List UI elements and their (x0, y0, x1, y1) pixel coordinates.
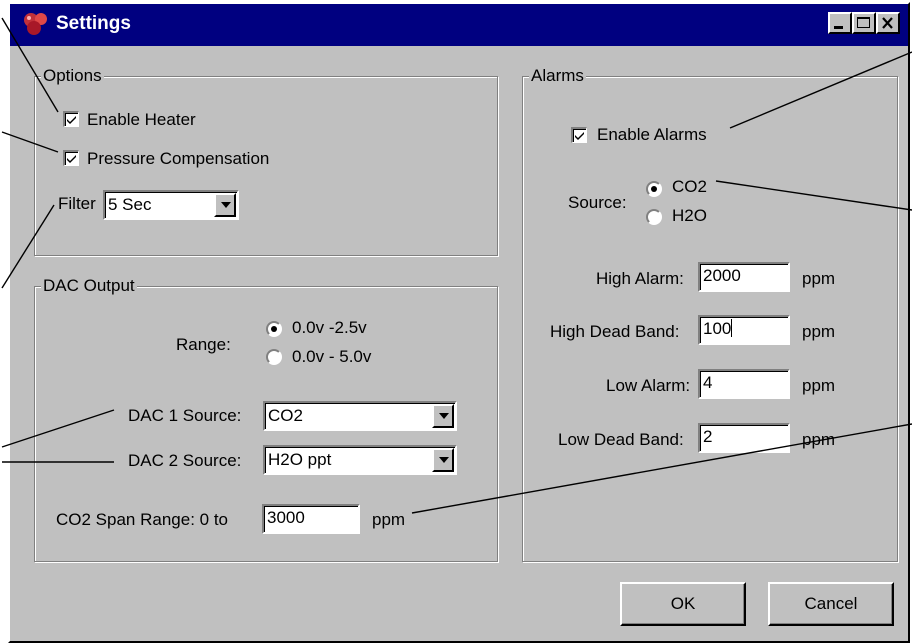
title-bar[interactable]: Settings (10, 4, 908, 46)
low-dead-band-input[interactable]: 2 (698, 423, 790, 453)
range-label: Range: (176, 335, 231, 354)
range-5-0v-radio[interactable] (266, 349, 282, 365)
high-dead-band-unit: ppm (802, 322, 836, 341)
enable-heater-checkbox[interactable] (63, 111, 79, 127)
close-button[interactable] (876, 12, 900, 34)
high-alarm-input[interactable]: 2000 (698, 262, 790, 292)
close-icon (882, 17, 893, 29)
dac2-dropdown-button[interactable] (432, 448, 454, 472)
cancel-button[interactable]: Cancel (768, 582, 894, 626)
dac1-source-label: DAC 1 Source: (128, 406, 242, 425)
high-dead-band-input[interactable]: 100 (698, 315, 790, 345)
checkmark-icon (575, 132, 584, 140)
dac2-source-value: H2O ppt (268, 450, 332, 469)
low-dead-band-label: Low Dead Band: (558, 430, 684, 449)
radio-selected-dot (651, 186, 657, 192)
filter-dropdown-button[interactable] (214, 193, 236, 217)
high-alarm-unit: ppm (802, 269, 836, 288)
dac1-source-select[interactable]: CO2 (263, 401, 457, 431)
co2-span-label: CO2 Span Range: 0 to (56, 510, 229, 529)
alarms-group-label: Alarms (529, 66, 586, 86)
range-2-5v-label: 0.0v -2.5v (292, 318, 367, 337)
minimize-icon (834, 26, 843, 29)
chevron-down-icon (439, 457, 449, 463)
dac2-source-label: DAC 2 Source: (128, 451, 242, 470)
filter-value: 5 Sec (108, 195, 152, 214)
co2-span-unit: ppm (372, 510, 406, 529)
high-dead-band-value: 100 (703, 319, 732, 338)
options-group-label: Options (41, 66, 104, 86)
window-title: Settings (56, 13, 131, 34)
range-2-5v-radio[interactable] (266, 321, 282, 337)
chevron-down-icon (221, 202, 231, 208)
maximize-button[interactable] (852, 12, 876, 34)
settings-window: Settings Options Enable Heater Pressure … (8, 2, 910, 643)
app-icon (24, 13, 47, 35)
checkmark-icon (67, 155, 76, 163)
alarm-source-label: Source: (568, 193, 627, 212)
dac1-dropdown-button[interactable] (432, 404, 454, 428)
alarm-source-h2o-label: H2O (672, 206, 707, 225)
enable-heater-label: Enable Heater (87, 110, 196, 129)
minimize-button[interactable] (828, 12, 852, 34)
low-alarm-input[interactable]: 4 (698, 369, 790, 399)
low-alarm-unit: ppm (802, 376, 836, 395)
chevron-down-icon (439, 413, 449, 419)
dac1-source-value: CO2 (268, 406, 303, 425)
radio-selected-dot (271, 326, 277, 332)
ok-button[interactable]: OK (620, 582, 746, 626)
alarm-source-h2o-radio[interactable] (646, 209, 662, 225)
pressure-compensation-checkbox[interactable] (63, 150, 79, 166)
filter-select[interactable]: 5 Sec (103, 190, 239, 220)
high-dead-band-label: High Dead Band: (550, 322, 680, 341)
dac-output-group-label: DAC Output (41, 276, 137, 296)
checkmark-icon (67, 116, 76, 124)
enable-alarms-label: Enable Alarms (597, 125, 707, 144)
co2-span-input[interactable]: 3000 (262, 504, 360, 534)
dac2-source-select[interactable]: H2O ppt (263, 445, 457, 475)
range-5-0v-label: 0.0v - 5.0v (292, 347, 372, 366)
maximize-icon (857, 17, 870, 28)
high-alarm-label: High Alarm: (596, 269, 684, 288)
text-caret (731, 319, 733, 337)
alarm-source-co2-radio[interactable] (646, 181, 662, 197)
enable-alarms-checkbox[interactable] (571, 127, 587, 143)
pressure-compensation-label: Pressure Compensation (87, 149, 270, 168)
filter-label: Filter (58, 194, 96, 213)
alarm-source-co2-label: CO2 (672, 177, 707, 196)
low-dead-band-unit: ppm (802, 430, 836, 449)
low-alarm-label: Low Alarm: (606, 376, 691, 395)
